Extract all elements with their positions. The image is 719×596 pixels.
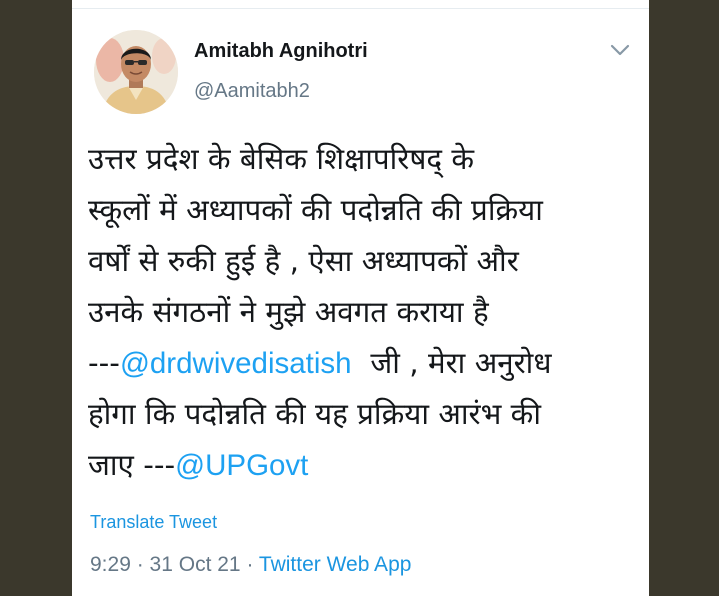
tweet-time[interactable]: 9:29 <box>90 553 131 576</box>
tweet-meta: 9:29 · 31 Oct 21 · Twitter Web App <box>90 553 411 577</box>
line-suffix: जी , मेरा अनुरोध <box>351 346 552 380</box>
chevron-down-icon[interactable] <box>609 42 631 58</box>
profile-photo <box>94 30 178 114</box>
line-prefix: --- <box>88 346 120 380</box>
avatar[interactable] <box>94 30 178 114</box>
tweet-line: जाए ---@UPGovt <box>88 440 644 491</box>
display-name[interactable]: Amitabh Agnihotri <box>194 40 368 63</box>
meta-separator: · <box>130 553 150 576</box>
mention-link[interactable]: @UPGovt <box>175 449 308 482</box>
tweet-line: उत्तर प्रदेश के बेसिक शिक्षापरिषद् के <box>88 142 475 176</box>
tweet-line: वर्षों से रुकी हुई है , ऐसा अध्यापकों और <box>88 244 519 278</box>
tweet-line: स्कूलों में अध्यापकों की पदोन्नति की प्र… <box>88 193 543 227</box>
tweet-text: उत्तर प्रदेश के बेसिक शिक्षापरिषद् के स्… <box>88 134 644 491</box>
divider <box>72 8 649 9</box>
tweet-source[interactable]: Twitter Web App <box>259 553 412 576</box>
line-prefix: जाए --- <box>88 448 176 482</box>
mention-link[interactable]: @drdwivedisatish <box>120 347 352 380</box>
translate-tweet-link[interactable]: Translate Tweet <box>90 512 217 533</box>
tweet-line: उनके संगठनों ने मुझे अवगत कराया है <box>88 295 489 329</box>
tweet-line: होगा कि पदोन्नति की यह प्रक्रिया आरंभ की <box>88 397 541 431</box>
meta-separator: · <box>240 553 259 576</box>
tweet-line: ---@drdwivedisatish जी , मेरा अनुरोध <box>88 338 644 389</box>
user-handle[interactable]: @Aamitabh2 <box>194 80 310 103</box>
tweet-date[interactable]: 31 Oct 21 <box>150 553 241 576</box>
tweet-card: Amitabh Agnihotri @Aamitabh2 उत्तर प्रदे… <box>72 0 649 596</box>
